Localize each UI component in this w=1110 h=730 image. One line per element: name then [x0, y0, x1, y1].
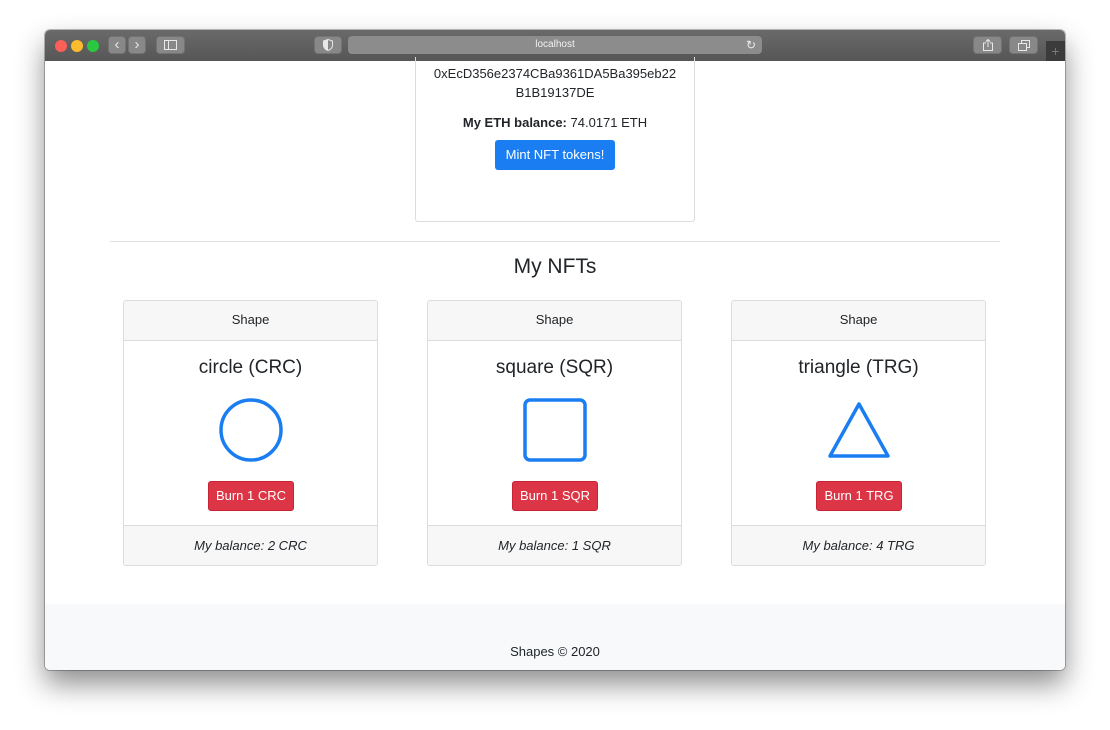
- card-header: Shape: [428, 301, 681, 341]
- card-footer-balance: My balance: 1 SQR: [428, 525, 681, 565]
- privacy-report-button[interactable]: [314, 36, 342, 54]
- card-footer-balance: My balance: 4 TRG: [732, 525, 985, 565]
- new-tab-button[interactable]: +: [1046, 41, 1065, 61]
- triangle-shape-icon: [828, 402, 890, 458]
- plus-icon: +: [1051, 43, 1060, 59]
- sidebar-icon: [164, 40, 177, 50]
- tabs-icon: [1017, 40, 1030, 51]
- url-text: localhost: [535, 39, 575, 50]
- share-button[interactable]: [973, 36, 1002, 54]
- card-footer-balance: My balance: 2 CRC: [124, 525, 377, 565]
- burn-crc-button[interactable]: Burn 1 CRC: [208, 481, 294, 511]
- wallet-address: 0xEcD356e2374CBa9361DA5Ba395eb22 B1B1913…: [416, 64, 694, 102]
- square-shape-icon: [523, 398, 587, 462]
- chevron-right-icon: ›: [134, 36, 140, 53]
- eth-balance-label: My ETH balance:: [462, 115, 567, 130]
- my-nfts-title: My NFTs: [513, 255, 597, 278]
- forward-button[interactable]: ›: [128, 36, 146, 54]
- card-title: triangle (TRG): [798, 357, 919, 378]
- circle-shape-icon: [219, 398, 283, 462]
- shield-icon: [323, 38, 333, 52]
- wallet-address-line1: 0xEcD356e2374CBa9361DA5Ba395eb22: [433, 66, 677, 81]
- close-window-icon[interactable]: [55, 40, 67, 52]
- card-header: Shape: [124, 301, 377, 341]
- reload-icon[interactable]: ↻: [746, 36, 756, 54]
- wallet-address-line2: B1B19137DE: [515, 85, 595, 100]
- nft-card-triangle: Shape triangle (TRG) Burn 1 TRG My balan…: [731, 300, 986, 566]
- card-title: circle (CRC): [198, 357, 303, 378]
- page-content: 0xEcD356e2374CBa9361DA5Ba395eb22 B1B1913…: [45, 57, 1065, 670]
- eth-balance-value: 74.0171 ETH: [570, 115, 648, 130]
- wallet-card: 0xEcD356e2374CBa9361DA5Ba395eb22 B1B1913…: [415, 57, 695, 222]
- share-icon: [982, 38, 993, 51]
- burn-sqr-button[interactable]: Burn 1 SQR: [512, 481, 598, 511]
- burn-trg-button[interactable]: Burn 1 TRG: [816, 481, 902, 511]
- nft-card-square: Shape square (SQR) Burn 1 SQR My balance…: [427, 300, 682, 566]
- eth-balance: My ETH balance: 74.0171 ETH: [416, 115, 694, 130]
- chevron-left-icon: ‹: [114, 36, 120, 53]
- back-button[interactable]: ‹: [108, 36, 126, 54]
- tab-overview-button[interactable]: [1009, 36, 1038, 54]
- address-bar[interactable]: localhost ↻: [348, 36, 762, 54]
- card-header: Shape: [732, 301, 985, 341]
- minimize-window-icon[interactable]: [71, 40, 83, 52]
- zoom-window-icon[interactable]: [87, 40, 99, 52]
- section-divider: [110, 241, 1000, 242]
- footer-copyright: Shapes © 2020: [510, 644, 600, 659]
- browser-window: ‹ › localhost ↻ + 0xEcD356e2374CBa9361DA…: [45, 30, 1065, 670]
- card-title: square (SQR): [495, 357, 614, 378]
- sidebar-toggle-button[interactable]: [156, 36, 185, 54]
- nft-card-circle: Shape circle (CRC) Burn 1 CRC My balance…: [123, 300, 378, 566]
- page-footer: Shapes © 2020: [45, 604, 1065, 670]
- mint-nft-button[interactable]: Mint NFT tokens!: [495, 140, 615, 170]
